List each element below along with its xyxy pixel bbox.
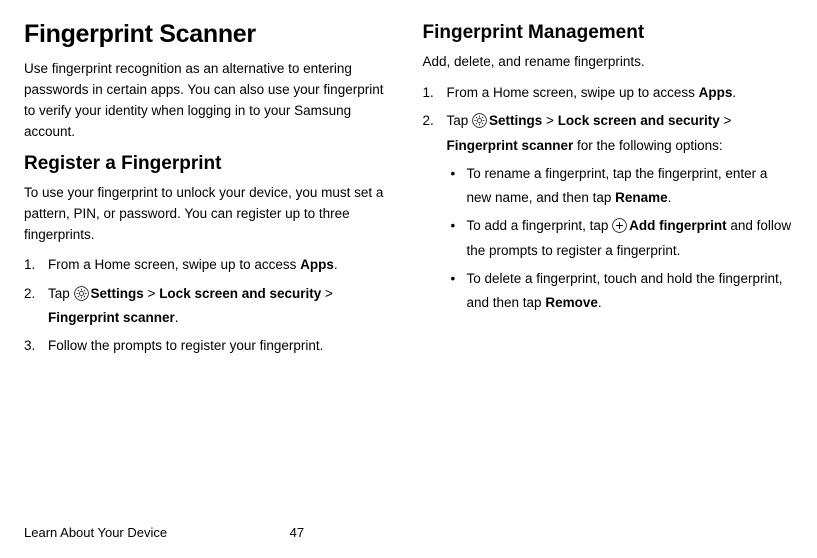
lock-screen-label: Lock screen and security <box>159 286 325 301</box>
register-description: To use your fingerprint to unlock your d… <box>24 183 395 246</box>
step-text: From a Home screen, swipe up to access <box>48 257 300 272</box>
page-title: Fingerprint Scanner <box>24 20 395 49</box>
settings-icon <box>472 112 487 127</box>
step-text: . <box>334 257 338 272</box>
management-step-1: From a Home screen, swipe up to access A… <box>423 81 794 105</box>
register-step-3: Follow the prompts to register your fing… <box>24 334 395 358</box>
register-step-2: Tap Settings > Lock screen and security … <box>24 282 395 331</box>
add-fingerprint-label: Add fingerprint <box>629 218 727 233</box>
option-text: To add a fingerprint, tap <box>467 218 613 233</box>
plus-icon <box>612 217 627 232</box>
heading-management: Fingerprint Management <box>423 22 794 44</box>
step-text: Tap <box>48 286 74 301</box>
gt: > <box>325 286 333 301</box>
rename-label: Rename <box>615 190 668 205</box>
option-rename: To rename a fingerprint, tap the fingerp… <box>447 162 794 211</box>
fingerprint-scanner-label: Fingerprint scanner <box>447 138 574 153</box>
settings-icon <box>74 285 89 300</box>
step-text: . <box>732 85 736 100</box>
apps-label: Apps <box>300 257 334 272</box>
heading-register: Register a Fingerprint <box>24 153 395 175</box>
lock-screen-label: Lock screen and security <box>558 113 724 128</box>
footer-section-title: Learn About Your Device <box>24 525 276 540</box>
management-description: Add, delete, and rename fingerprints. <box>423 52 794 73</box>
gt: > <box>148 286 160 301</box>
gt: > <box>724 113 732 128</box>
step-text: Tap <box>447 113 473 128</box>
fingerprint-scanner-label: Fingerprint scanner <box>48 310 175 325</box>
right-column: Fingerprint Management Add, delete, and … <box>423 20 794 363</box>
option-text: . <box>668 190 672 205</box>
footer-spacer <box>541 525 793 540</box>
step-text: From a Home screen, swipe up to access <box>447 85 699 100</box>
settings-label: Settings <box>91 286 148 301</box>
step-text: Follow the prompts to register your fing… <box>48 338 323 353</box>
management-step-2: Tap Settings > Lock screen and security … <box>423 109 794 315</box>
step-text: for the following options: <box>573 138 722 153</box>
register-steps: From a Home screen, swipe up to access A… <box>24 253 395 358</box>
page-footer: Learn About Your Device 47 <box>24 525 793 540</box>
intro-paragraph: Use fingerprint recognition as an altern… <box>24 59 395 143</box>
step-text: . <box>175 310 179 325</box>
option-text: . <box>598 295 602 310</box>
management-options: To rename a fingerprint, tap the fingerp… <box>447 162 794 316</box>
option-text: To delete a fingerprint, touch and hold … <box>467 271 783 310</box>
apps-label: Apps <box>699 85 733 100</box>
register-step-1: From a Home screen, swipe up to access A… <box>24 253 395 277</box>
page-number: 47 <box>276 525 542 540</box>
option-delete: To delete a fingerprint, touch and hold … <box>447 267 794 316</box>
option-add: To add a fingerprint, tap Add fingerprin… <box>447 214 794 263</box>
left-column: Fingerprint Scanner Use fingerprint reco… <box>24 20 395 363</box>
remove-label: Remove <box>545 295 598 310</box>
settings-label: Settings <box>489 113 546 128</box>
gt: > <box>546 113 558 128</box>
management-steps: From a Home screen, swipe up to access A… <box>423 81 794 316</box>
